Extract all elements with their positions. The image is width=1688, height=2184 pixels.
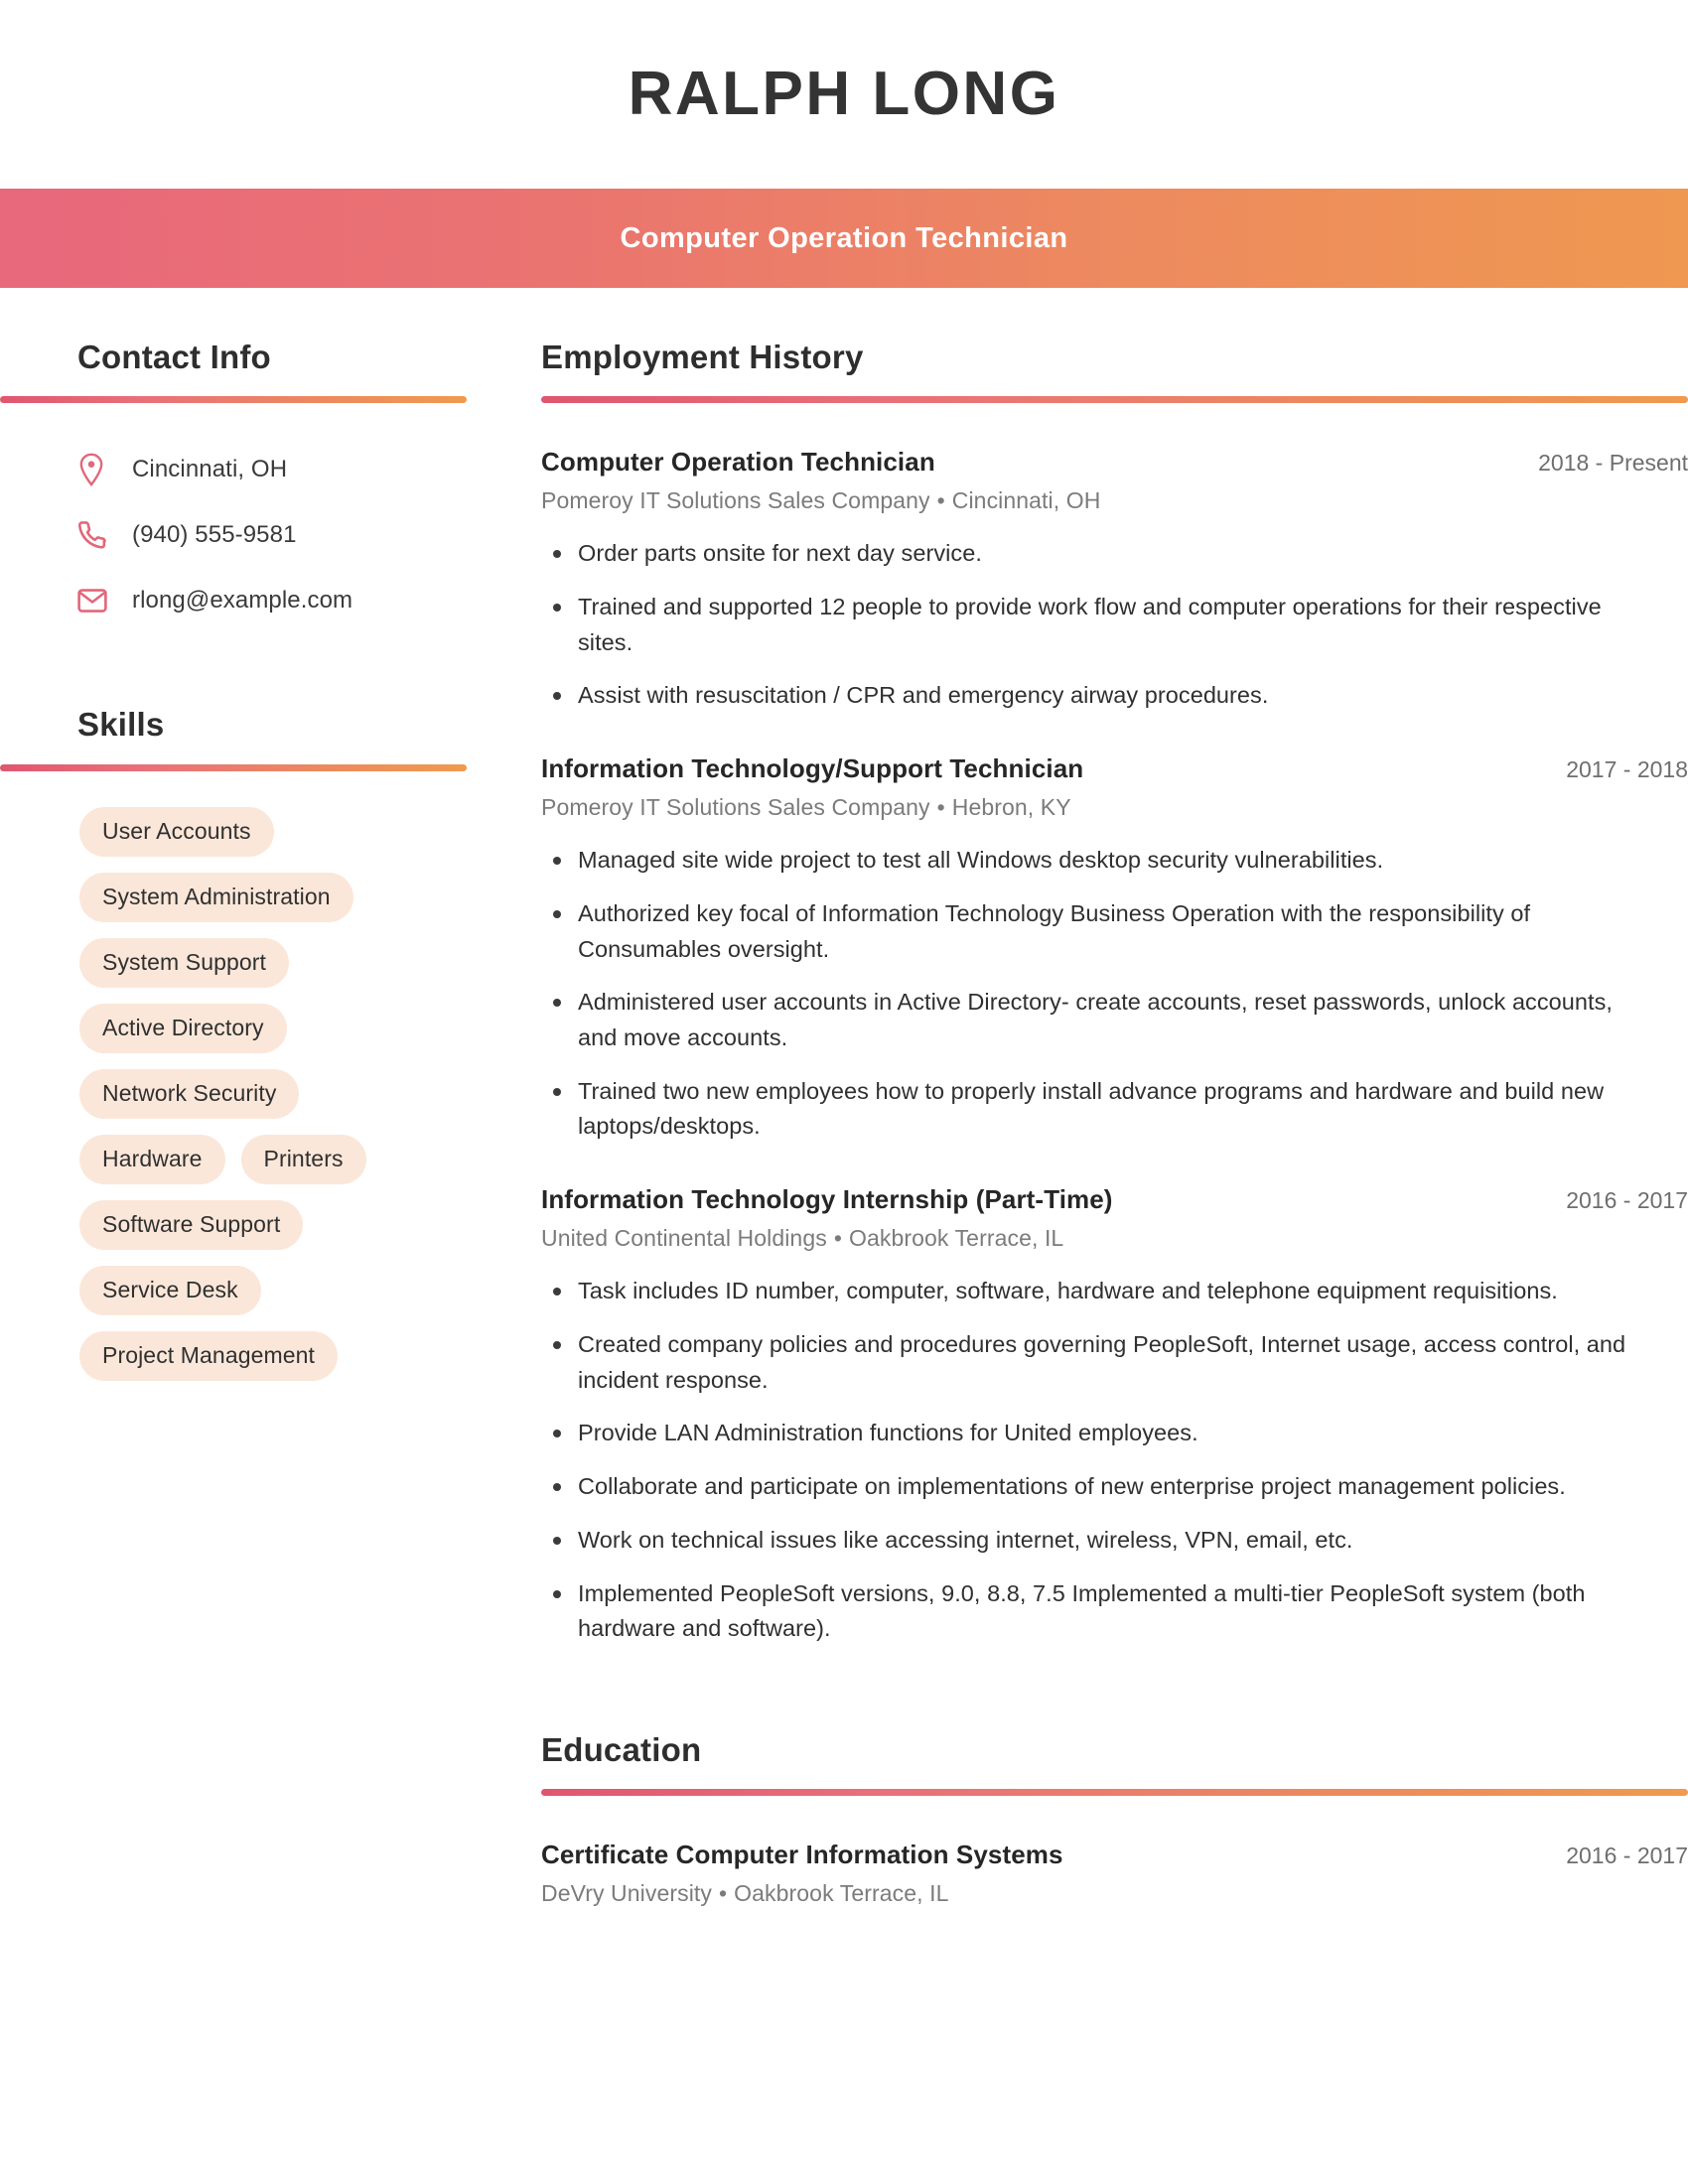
page-title: RALPH LONG xyxy=(628,60,1060,128)
job-title: Computer Operation Technician xyxy=(541,447,935,478)
job-bullet: Assist with resuscitation / CPR and emer… xyxy=(541,678,1653,714)
separator-dot: • xyxy=(719,1880,728,1907)
job-company-name: United Continental Holdings xyxy=(541,1225,827,1252)
job-company-name: Pomeroy IT Solutions Sales Company xyxy=(541,794,930,821)
job-location: Cincinnati, OH xyxy=(951,487,1101,514)
job-dates: 2017 - 2018 xyxy=(1566,756,1688,783)
job-location: Oakbrook Terrace, IL xyxy=(848,1225,1064,1252)
education-section-title: Education xyxy=(541,1730,702,1768)
sidebar: Contact Info Cincinnati, OH (940) 555-95… xyxy=(0,339,541,1907)
contact-email-value: rlong@example.com xyxy=(132,587,353,614)
job-bullet: Collaborate and participate on implement… xyxy=(541,1469,1653,1505)
job-bullet: Authorized key focal of Information Tech… xyxy=(541,896,1653,967)
job-title: Information Technology/Support Technicia… xyxy=(541,753,1084,784)
employment-section-title: Employment History xyxy=(541,339,864,375)
job-bullet: Managed site wide project to test all Wi… xyxy=(541,843,1653,879)
phone-icon xyxy=(77,520,117,550)
contact-section-title: Contact Info xyxy=(77,339,271,375)
education-section-rule xyxy=(541,1789,1688,1797)
job-bullet: Administered user accounts in Active Dir… xyxy=(541,985,1653,1055)
main-content: Employment History Computer Operation Te… xyxy=(541,339,1688,1907)
contact-item-phone: (940) 555-9581 xyxy=(77,502,541,568)
skills-section-title: Skills xyxy=(77,706,165,744)
resume-body: Contact Info Cincinnati, OH (940) 555-95… xyxy=(0,288,1688,1907)
skills-section-rule xyxy=(0,763,467,771)
header-banner: Computer Operation Technician xyxy=(0,189,1688,288)
education-entry: Certificate Computer Information Systems… xyxy=(541,1840,1688,1907)
contact-section-rule xyxy=(0,396,467,404)
job-entry: Computer Operation Technician 2018 - Pre… xyxy=(541,447,1688,714)
job-bullet-list: Managed site wide project to test all Wi… xyxy=(541,843,1688,1145)
education-degree: Certificate Computer Information Systems xyxy=(541,1840,1063,1870)
skill-pill: System Support xyxy=(79,937,290,988)
job-bullet: Order parts onsite for next day service. xyxy=(541,536,1653,572)
job-header: Information Technology Internship (Part-… xyxy=(541,1184,1688,1215)
education-location: Oakbrook Terrace, IL xyxy=(734,1880,949,1907)
contact-location-value: Cincinnati, OH xyxy=(132,456,288,483)
job-title: Information Technology Internship (Part-… xyxy=(541,1184,1113,1215)
job-company-name: Pomeroy IT Solutions Sales Company xyxy=(541,487,930,514)
separator-dot: • xyxy=(833,1225,842,1252)
job-location: Hebron, KY xyxy=(951,794,1071,821)
separator-dot: • xyxy=(936,487,945,514)
skill-pill: Network Security xyxy=(79,1068,300,1119)
education-school-name: DeVry University xyxy=(541,1880,712,1907)
header-name-area: RALPH LONG xyxy=(0,0,1688,189)
skill-pill: Printers xyxy=(240,1134,366,1184)
location-pin-icon xyxy=(77,453,117,487)
job-bullet: Implemented PeopleSoft versions, 9.0, 8.… xyxy=(541,1576,1653,1647)
job-company-line: Pomeroy IT Solutions Sales Company • Cinci… xyxy=(541,487,1688,514)
skill-pill: Project Management xyxy=(79,1330,339,1382)
skill-pill: Active Directory xyxy=(79,1003,287,1053)
education-dates: 2016 - 2017 xyxy=(1566,1843,1688,1869)
job-bullet: Created company policies and procedures … xyxy=(541,1327,1653,1398)
contact-item-email: rlong@example.com xyxy=(77,568,541,633)
job-bullet-list: Order parts onsite for next day service.… xyxy=(541,536,1688,714)
education-school-line: DeVry University • Oakbrook Terrace, IL xyxy=(541,1880,1688,1907)
separator-dot: • xyxy=(936,794,945,821)
employment-section: Employment History Computer Operation Te… xyxy=(541,339,1688,1647)
job-header: Information Technology/Support Technicia… xyxy=(541,753,1688,784)
skills-list: User Accounts System Administration Syst… xyxy=(0,806,427,1382)
job-bullet: Task includes ID number, computer, softw… xyxy=(541,1274,1653,1309)
education-entry-header: Certificate Computer Information Systems… xyxy=(541,1840,1688,1870)
contact-list: Cincinnati, OH (940) 555-9581 rlong@exam… xyxy=(0,437,541,633)
job-header: Computer Operation Technician 2018 - Pre… xyxy=(541,447,1688,478)
job-entry: Information Technology/Support Technicia… xyxy=(541,753,1688,1145)
education-section: Education Certificate Computer Informati… xyxy=(541,1730,1688,1907)
job-dates: 2018 - Present xyxy=(1538,450,1688,477)
skill-pill: System Administration xyxy=(79,872,353,922)
header-subtitle: Computer Operation Technician xyxy=(620,221,1068,254)
contact-section: Contact Info Cincinnati, OH (940) 555-95… xyxy=(0,339,541,633)
skill-pill: User Accounts xyxy=(79,806,274,857)
contact-item-location: Cincinnati, OH xyxy=(77,437,541,502)
job-entry: Information Technology Internship (Part-… xyxy=(541,1184,1688,1647)
skills-section: Skills User Accounts System Administrati… xyxy=(0,706,541,1382)
job-bullet: Trained two new employees how to properl… xyxy=(541,1074,1653,1145)
skill-pill: Hardware xyxy=(79,1134,225,1184)
job-dates: 2016 - 2017 xyxy=(1566,1187,1688,1214)
employment-section-rule xyxy=(541,396,1688,404)
job-bullet: Trained and supported 12 people to provi… xyxy=(541,590,1653,660)
resume-page: RALPH LONG Computer Operation Technician… xyxy=(0,0,1688,2184)
skill-pill: Software Support xyxy=(79,1199,304,1250)
contact-phone-value: (940) 555-9581 xyxy=(132,521,297,549)
job-bullet: Work on technical issues like accessing … xyxy=(541,1523,1653,1559)
job-bullet: Provide LAN Administration functions for… xyxy=(541,1416,1653,1451)
job-bullet-list: Task includes ID number, computer, softw… xyxy=(541,1274,1688,1647)
job-company-line: Pomeroy IT Solutions Sales Company • Hebro… xyxy=(541,794,1688,821)
skill-pill: Service Desk xyxy=(79,1265,261,1315)
job-company-line: United Continental Holdings • Oakbrook Ter… xyxy=(541,1225,1688,1252)
envelope-icon xyxy=(77,588,117,614)
